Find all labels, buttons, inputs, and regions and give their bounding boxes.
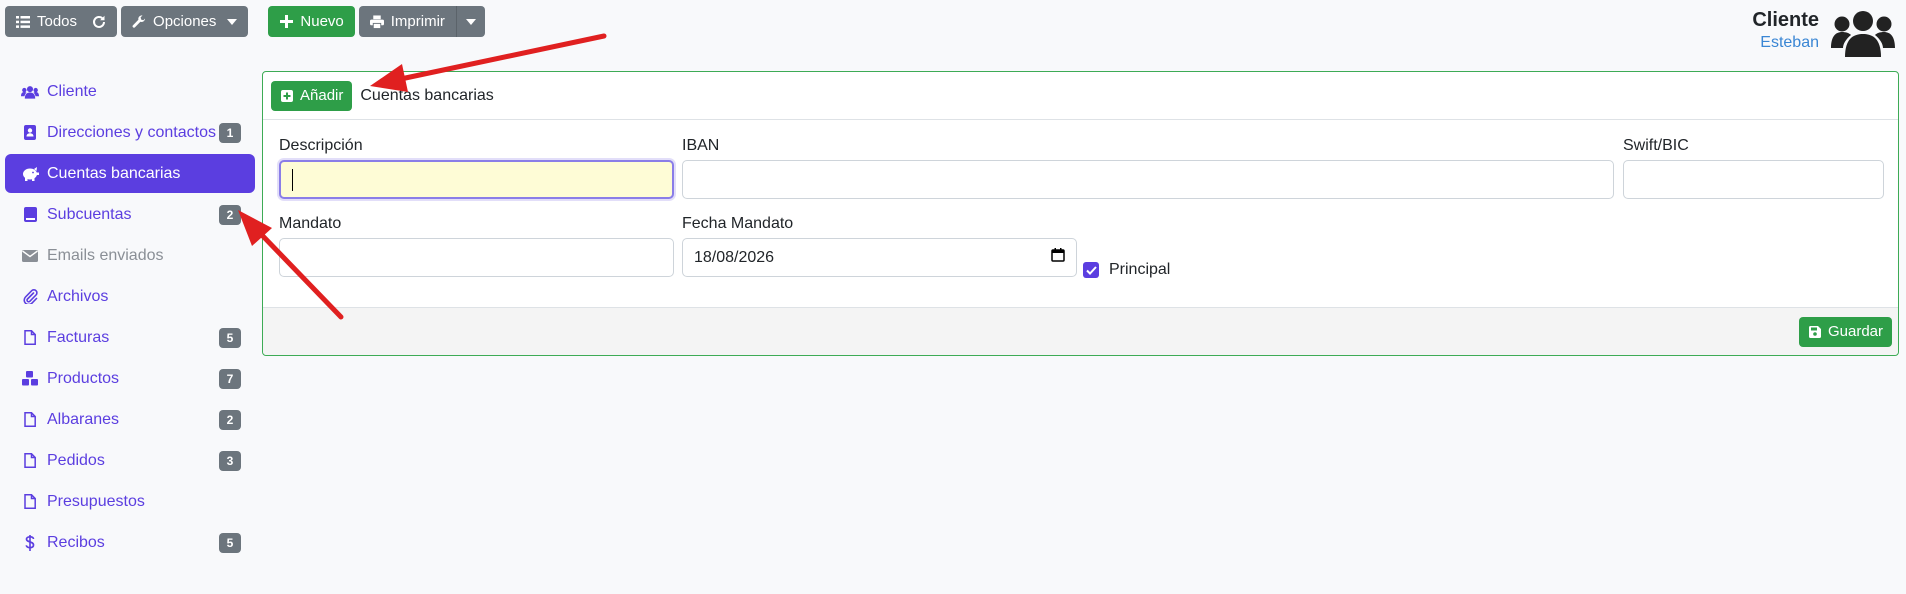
users-icon: [21, 83, 39, 101]
print-button[interactable]: Imprimir: [358, 6, 456, 37]
sidebar-item-label: Cliente: [47, 82, 97, 100]
mandato-field-group: Mandato: [279, 215, 674, 277]
sidebar-item-emails-enviados[interactable]: Emails enviados: [5, 236, 255, 275]
users-icon: [1831, 11, 1895, 57]
swift-label: Swift/BIC: [1623, 137, 1689, 154]
printer-icon: [369, 14, 384, 29]
fecha-mandato-field-group: Fecha Mandato 18/08/2026: [682, 215, 1077, 277]
card-footer: Guardar: [263, 307, 1898, 355]
toolbar: Todos Opciones Nuevo Imprimir: [5, 6, 485, 37]
save-icon: [1808, 325, 1822, 339]
swift-input[interactable]: [1623, 160, 1884, 199]
add-button-label: Añadir: [300, 87, 344, 104]
sidebar-item-label: Emails enviados: [47, 246, 164, 264]
descripcion-label: Descripción: [279, 137, 363, 154]
print-button-group: Imprimir: [358, 6, 485, 37]
calendar-icon[interactable]: [1051, 248, 1065, 267]
fecha-mandato-input[interactable]: 18/08/2026: [682, 238, 1077, 277]
sidebar-item-albaranes[interactable]: Albaranes 2: [5, 400, 255, 439]
descripcion-input[interactable]: [279, 160, 674, 199]
cubes-icon: [21, 370, 39, 388]
iban-input[interactable]: [682, 160, 1614, 199]
file-icon: [21, 329, 39, 347]
print-dropdown-toggle[interactable]: [455, 6, 485, 37]
sidebar-item-subcuentas[interactable]: Subcuentas 2: [5, 195, 255, 234]
book-icon: [21, 206, 39, 224]
mandato-input[interactable]: [279, 238, 674, 277]
sidebar-item-label: Cuentas bancarias: [47, 164, 181, 182]
file-icon: [21, 493, 39, 511]
count-badge: 1: [219, 122, 241, 143]
refresh-icon[interactable]: [92, 15, 106, 29]
print-button-label: Imprimir: [390, 13, 445, 30]
sidebar-item-facturas[interactable]: Facturas 5: [5, 318, 255, 357]
count-badge: 2: [219, 204, 241, 225]
card-title: Cuentas bancarias: [360, 86, 494, 104]
options-button-label: Opciones: [153, 13, 217, 30]
add-button[interactable]: Añadir: [271, 80, 353, 111]
paperclip-icon: [21, 288, 39, 306]
wrench-icon: [132, 14, 146, 29]
all-button[interactable]: Todos: [5, 6, 118, 37]
iban-label: IBAN: [682, 137, 720, 154]
sidebar-item-label: Productos: [47, 369, 120, 387]
plus-square-icon: [280, 89, 294, 103]
file-icon: [21, 452, 39, 470]
plus-icon: [279, 15, 293, 29]
iban-field-group: IBAN: [682, 137, 1614, 199]
sidebar-item-label: Albaranes: [47, 410, 120, 428]
sidebar-item-label: Subcuentas: [47, 205, 132, 223]
principal-label: Principal: [1109, 261, 1171, 278]
customer-name-link[interactable]: Esteban: [1752, 32, 1819, 54]
count-badge: 3: [219, 450, 241, 471]
sidebar-item-label: Direcciones y contactos: [47, 123, 216, 141]
sidebar-item-label: Facturas: [47, 328, 110, 346]
sidebar-item-direcciones[interactable]: Direcciones y contactos 1: [5, 113, 255, 152]
all-button-label: Todos: [37, 13, 78, 30]
page-title: Cliente: [1752, 9, 1819, 31]
swift-field-group: Swift/BIC: [1623, 137, 1884, 199]
piggy-bank-icon: [21, 165, 39, 183]
envelope-icon: [21, 247, 39, 265]
sidebar: Cliente Direcciones y contactos 1 Cuenta…: [5, 72, 255, 564]
card-header: Añadir Cuentas bancarias: [263, 72, 1898, 120]
sidebar-item-recibos[interactable]: Recibos 5: [5, 523, 255, 562]
sidebar-item-cuentas-bancarias[interactable]: Cuentas bancarias: [5, 154, 255, 193]
mandato-label: Mandato: [279, 215, 342, 232]
sidebar-item-cliente[interactable]: Cliente: [5, 72, 255, 111]
dollar-icon: [21, 534, 39, 552]
new-button-label: Nuevo: [300, 13, 344, 30]
sidebar-item-label: Archivos: [47, 287, 109, 305]
principal-checkbox-group[interactable]: Principal: [1083, 261, 1170, 279]
chevron-down-icon: [227, 18, 238, 25]
principal-checkbox[interactable]: [1083, 262, 1099, 278]
sidebar-item-productos[interactable]: Productos 7: [5, 359, 255, 398]
count-badge: 5: [219, 327, 241, 348]
bank-accounts-card: Añadir Cuentas bancarias Descripción IBA…: [262, 71, 1899, 356]
count-badge: 2: [219, 409, 241, 430]
sidebar-item-presupuestos[interactable]: Presupuestos: [5, 482, 255, 521]
save-button-label: Guardar: [1827, 323, 1883, 340]
count-badge: 7: [219, 368, 241, 389]
chevron-down-icon: [465, 18, 476, 25]
descripcion-field-group: Descripción: [279, 137, 674, 199]
sidebar-item-archivos[interactable]: Archivos: [5, 277, 255, 316]
address-book-icon: [21, 124, 39, 142]
count-badge: 5: [219, 532, 241, 553]
sidebar-item-label: Presupuestos: [47, 492, 145, 510]
sidebar-item-pedidos[interactable]: Pedidos 3: [5, 441, 255, 480]
file-icon: [21, 411, 39, 429]
save-button[interactable]: Guardar: [1798, 316, 1892, 347]
fecha-mandato-label: Fecha Mandato: [682, 215, 794, 232]
options-button[interactable]: Opciones: [121, 6, 249, 37]
sidebar-item-label: Pedidos: [47, 451, 105, 469]
list-icon: [16, 15, 30, 29]
new-button[interactable]: Nuevo: [268, 6, 355, 37]
card-body: Descripción IBAN Swift/BIC Mandato Fecha…: [263, 120, 1898, 308]
fecha-mandato-value: 18/08/2026: [694, 248, 775, 266]
page-header: Cliente Esteban: [1752, 8, 1895, 58]
sidebar-item-label: Recibos: [47, 533, 105, 551]
text-cursor: [292, 168, 293, 191]
